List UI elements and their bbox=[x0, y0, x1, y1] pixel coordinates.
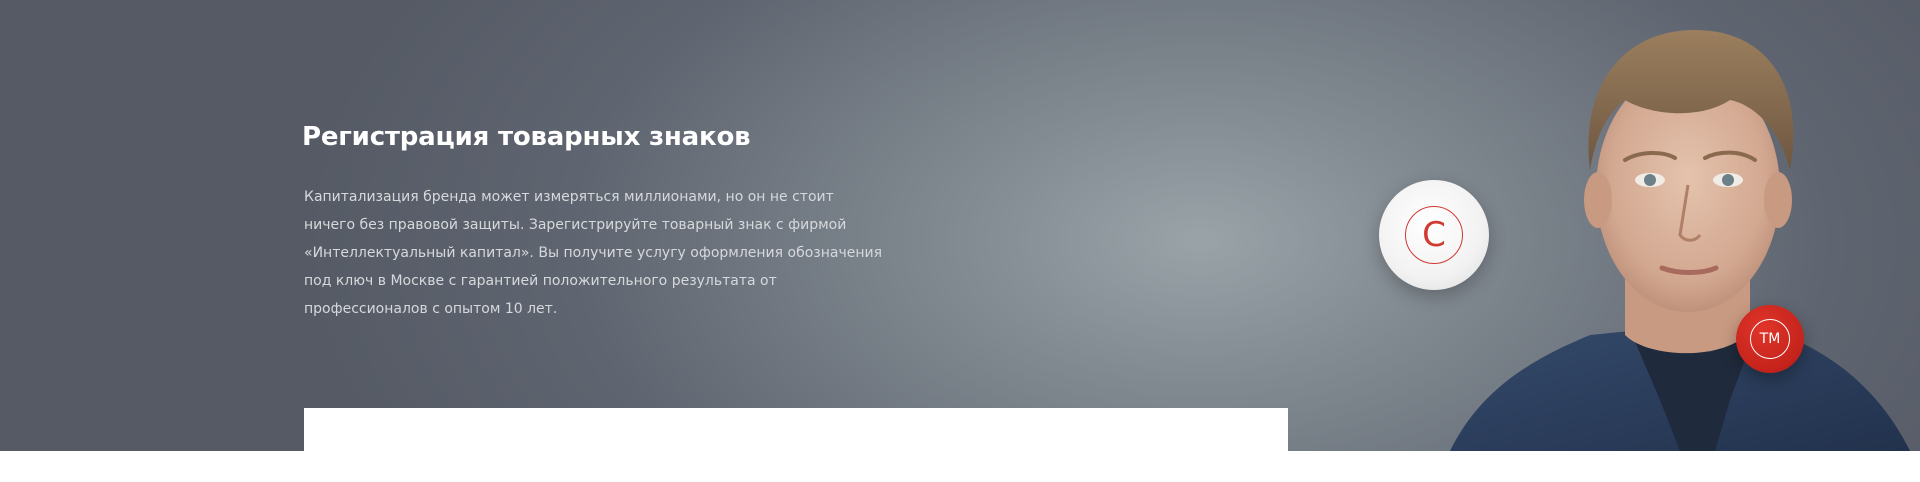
trademark-icon: TM bbox=[1750, 319, 1790, 359]
content-panel bbox=[304, 408, 1288, 482]
copyright-icon: C bbox=[1405, 206, 1463, 264]
page-title: Регистрация товарных знаков bbox=[302, 122, 751, 152]
hero-description: Капитализация бренда может измеряться ми… bbox=[304, 189, 883, 317]
hero-banner: Регистрация товарных знаков Капитализаци… bbox=[0, 0, 1920, 451]
copyright-badge: C bbox=[1379, 180, 1489, 290]
trademark-badge: TM bbox=[1736, 305, 1804, 373]
copyright-symbol: C bbox=[1422, 215, 1446, 255]
hero-content: Регистрация товарных знаков Капитализаци… bbox=[300, 0, 1910, 451]
trademark-symbol: TM bbox=[1759, 331, 1781, 347]
